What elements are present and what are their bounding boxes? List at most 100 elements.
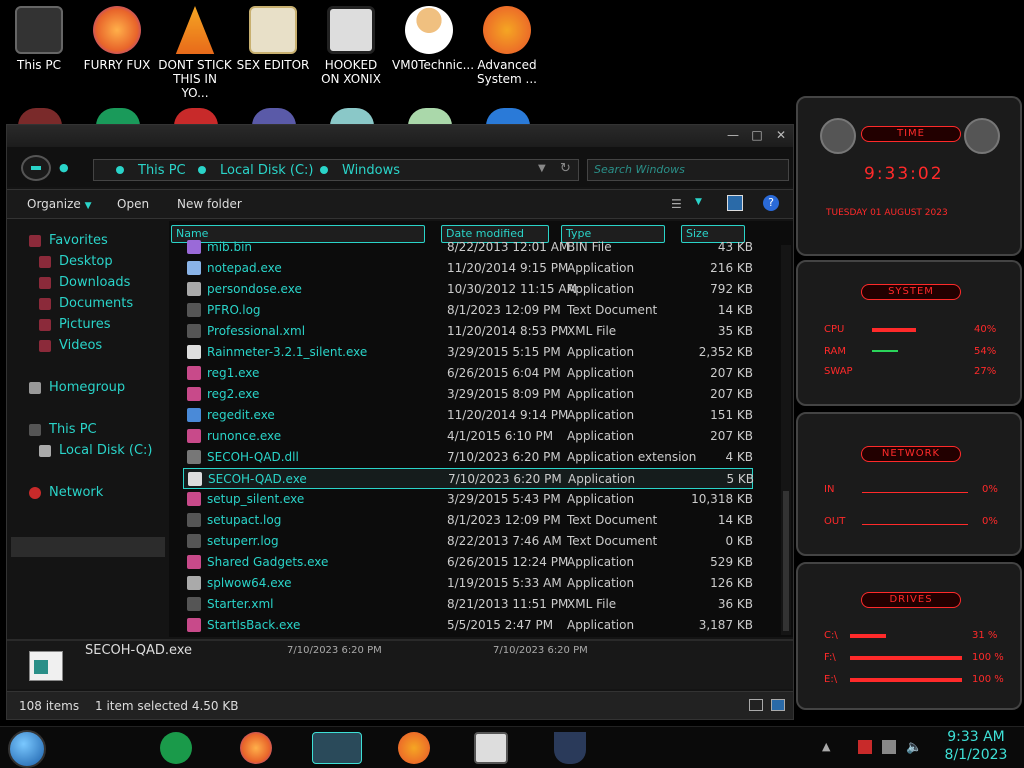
- details-view-icon[interactable]: [749, 699, 763, 711]
- minimize-icon[interactable]: —: [721, 127, 745, 143]
- nav-label: Documents: [59, 296, 134, 311]
- file-size: 5 KB: [726, 472, 754, 486]
- chevron-down-icon[interactable]: ▼: [538, 163, 546, 174]
- taskbar-explorer-icon[interactable]: [312, 732, 362, 764]
- file-row[interactable]: PFRO.log 8/1/2023 12:09 PM Text Document 14…: [183, 300, 753, 321]
- preview-pane-icon[interactable]: [727, 195, 743, 211]
- taskbar-window-icon[interactable]: [474, 732, 508, 764]
- breadcrumb-this-pc[interactable]: This PC: [138, 163, 186, 178]
- desktop-icon-furry-fux[interactable]: FURRY FUX: [80, 6, 154, 72]
- new-folder-button[interactable]: New folder: [177, 197, 242, 211]
- file-size: 151 KB: [710, 408, 753, 422]
- file-size: 43 KB: [717, 240, 753, 254]
- file-row[interactable]: notepad.exe 11/20/2014 9:15 PM Application…: [183, 258, 753, 279]
- file-size: 10,318 KB: [691, 492, 753, 506]
- address-bar[interactable]: This PC Local Disk (C:) Windows ▼ ↻: [93, 159, 579, 181]
- desktop: This PC FURRY FUX DONT STICK THIS IN YO.…: [0, 0, 1024, 768]
- file-name: SECOH-QAD.exe: [208, 472, 307, 486]
- breadcrumb-local-disk[interactable]: Local Disk (C:): [220, 163, 313, 178]
- file-row[interactable]: reg1.exe 6/26/2015 6:04 PM Application 207 …: [183, 363, 753, 384]
- large-icons-view-icon[interactable]: [771, 699, 785, 711]
- nav-desktop[interactable]: Desktop: [39, 254, 113, 269]
- nav-videos[interactable]: Videos: [39, 338, 102, 353]
- nav-label: Downloads: [59, 275, 131, 290]
- file-row[interactable]: SECOH-QAD.exe 7/10/2023 6:20 PM Applicatio…: [183, 468, 754, 489]
- file-row[interactable]: persondose.exe 10/30/2012 11:15 AM Applica…: [183, 279, 753, 300]
- desktop-icon-this-pc[interactable]: This PC: [2, 6, 76, 72]
- file-name: Starter.xml: [207, 597, 274, 611]
- nav-documents[interactable]: Documents: [39, 296, 134, 311]
- desktop-icon-vm0technic[interactable]: VM0Technic...: [392, 6, 474, 72]
- nav-downloads[interactable]: Downloads: [39, 275, 131, 290]
- taskbar-shield-icon[interactable]: [554, 732, 586, 764]
- file-row[interactable]: Professional.xml 11/20/2014 8:53 PM XML Fi…: [183, 321, 753, 342]
- desktop-icon-dont-stick[interactable]: DONT STICK THIS IN YO...: [158, 6, 232, 100]
- nav-label: Local Disk (C:): [59, 443, 153, 458]
- aso-icon: [483, 6, 531, 54]
- item-count: 108 items: [19, 699, 80, 713]
- chevron-down-icon[interactable]: ▼: [695, 197, 702, 207]
- back-button[interactable]: [21, 155, 51, 181]
- view-options-icon[interactable]: ☰: [671, 197, 682, 211]
- file-row[interactable]: regedit.exe 11/20/2014 9:14 PM Application…: [183, 405, 753, 426]
- start-orb-icon[interactable]: [8, 730, 46, 768]
- nav-this-pc[interactable]: This PC: [29, 422, 97, 437]
- file-row[interactable]: setuperr.log 8/22/2013 7:46 AM Text Docume…: [183, 531, 753, 552]
- selection-info: 1 item selected 4.50 KB: [95, 699, 239, 713]
- file-row[interactable]: mib.bin 8/22/2013 12:01 AM BIN File 43 KB: [183, 237, 753, 258]
- file-type: Application: [567, 282, 635, 296]
- desktop-icon-hooked-on-xonix[interactable]: HOOKED ON XONIX: [314, 6, 388, 86]
- action-center-flag-icon[interactable]: [858, 740, 872, 754]
- desktop-icon-advanced-system[interactable]: Advanced System ...: [470, 6, 544, 86]
- file-row[interactable]: Starter.xml 8/21/2013 11:51 PM XML File 36 …: [183, 594, 753, 615]
- desktop-icon-sex-editor[interactable]: SEX EDITOR: [236, 6, 310, 72]
- gadget-title: DRIVES: [861, 592, 961, 608]
- file-date-modified: 7/10/2023 6:20 PM: [447, 450, 561, 464]
- taskbar-firefox-icon[interactable]: [240, 732, 272, 764]
- volume-icon[interactable]: 🔈: [906, 740, 922, 755]
- close-icon[interactable]: ✕: [769, 127, 793, 143]
- nav-local-disk[interactable]: Local Disk (C:): [39, 443, 153, 458]
- open-button[interactable]: Open: [117, 197, 149, 211]
- scrollbar-thumb[interactable]: [783, 491, 789, 631]
- taskbar-aso-icon[interactable]: [398, 732, 430, 764]
- file-type: Application extension: [567, 450, 697, 464]
- nav-label: Homegroup: [49, 380, 126, 395]
- nav-homegroup[interactable]: Homegroup: [29, 380, 126, 395]
- file-date-modified: 8/22/2013 7:46 AM: [447, 534, 562, 548]
- file-name: regedit.exe: [207, 408, 275, 422]
- vlc-cone-icon: [175, 6, 215, 54]
- nav-favorites[interactable]: Favorites: [29, 233, 108, 248]
- taskbar-clock[interactable]: 9:33 AM 8/1/2023: [930, 728, 1022, 764]
- maximize-icon[interactable]: □: [745, 127, 769, 143]
- file-row[interactable]: Rainmeter-3.2.1_silent.exe 3/29/2015 5:15…: [183, 342, 753, 363]
- file-date-modified: 3/29/2015 5:43 PM: [447, 492, 561, 506]
- chevron-down-icon: ▼: [84, 201, 92, 211]
- network-status-icon[interactable]: [882, 740, 896, 754]
- file-name: reg1.exe: [207, 366, 260, 380]
- file-row[interactable]: Shared Gadgets.exe 6/26/2015 12:24 PM Appl…: [183, 552, 753, 573]
- show-hidden-icons-icon[interactable]: ▲: [822, 740, 836, 754]
- breadcrumb-windows[interactable]: Windows: [342, 163, 400, 178]
- forward-button[interactable]: ●: [59, 161, 69, 174]
- network-value: 0%: [982, 516, 998, 527]
- organize-button[interactable]: Organize ▼: [27, 197, 92, 211]
- file-date-modified: 8/1/2023 12:09 PM: [447, 303, 561, 317]
- nav-pictures[interactable]: Pictures: [39, 317, 110, 332]
- file-type: XML File: [567, 324, 617, 338]
- time-gadget: TIME 9:33:02 TUESDAY 01 AUGUST 2023: [796, 96, 1022, 256]
- refresh-icon[interactable]: ↻: [560, 161, 571, 176]
- file-row[interactable]: StartIsBack.exe 5/5/2015 2:47 PM Applicati…: [183, 615, 753, 636]
- file-row[interactable]: splwow64.exe 1/19/2015 5:33 AM Application…: [183, 573, 753, 594]
- file-row[interactable]: reg2.exe 3/29/2015 8:09 PM Application 207 …: [183, 384, 753, 405]
- nav-network[interactable]: Network: [29, 485, 103, 500]
- search-input[interactable]: Search Windows: [587, 159, 789, 181]
- file-row[interactable]: setupact.log 8/1/2023 12:09 PM Text Docume…: [183, 510, 753, 531]
- file-size: 207 KB: [710, 429, 753, 443]
- file-row[interactable]: setup_silent.exe 3/29/2015 5:43 PM Applica…: [183, 489, 753, 510]
- details-pane: SECOH-QAD.exe 7/10/2023 6:20 PM 7/10/202…: [7, 639, 793, 689]
- file-row[interactable]: runonce.exe 4/1/2015 6:10 PM Application 20…: [183, 426, 753, 447]
- taskbar-feedly-icon[interactable]: [160, 732, 192, 764]
- file-row[interactable]: SECOH-QAD.dll 7/10/2023 6:20 PM Applicatio…: [183, 447, 753, 468]
- help-icon[interactable]: ?: [763, 195, 779, 211]
